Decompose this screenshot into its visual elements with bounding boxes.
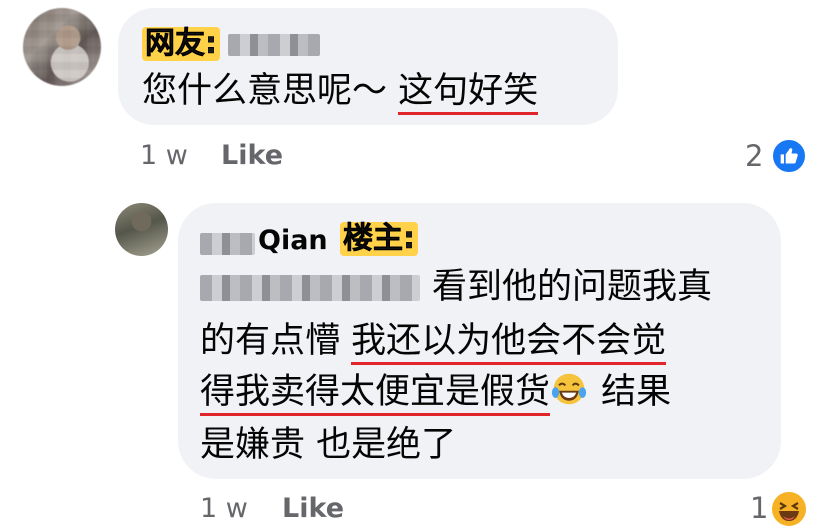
reply-author-name[interactable]: Qian	[258, 225, 328, 256]
reply-line-2-plain: 的有点懵	[200, 321, 352, 361]
comment-text-highlight: 这句好笑	[398, 71, 539, 115]
laughing-tears-icon	[550, 371, 590, 405]
reaction-count[interactable]: 2	[745, 139, 763, 173]
haha-icon[interactable]	[770, 490, 808, 528]
blurred-name[interactable]	[228, 34, 320, 56]
like-button[interactable]: Like	[221, 140, 283, 171]
thumbs-up-icon	[780, 148, 798, 164]
reply-line-2: 的有点懵 我还以为他会不会觉	[200, 316, 667, 366]
reply-line-4: 是嫌贵 也是绝了	[200, 425, 457, 465]
comment-bubble: 网友: 您什么意思呢～ 这句好笑	[118, 8, 618, 125]
owner-tag: 楼主:	[340, 221, 418, 256]
commenter-avatar[interactable]	[23, 8, 101, 86]
reply-line-3: 得我卖得太便宜是假货 结果	[200, 367, 671, 417]
reply-bubble: Qian 楼主: 看到他的问题我真 的有点懵 我还以为他会不会觉 得我卖得太便宜…	[178, 203, 781, 479]
reply-line-1: 看到他的问题我真	[432, 267, 713, 307]
reply-line-2-highlight: 我还以为他会不会觉	[351, 321, 667, 365]
reply-avatar[interactable]	[115, 203, 168, 256]
reply-reaction-count[interactable]: 1	[750, 491, 768, 525]
like-icon[interactable]	[771, 138, 807, 174]
reply-line-3-plain: 结果	[590, 372, 672, 412]
netizen-tag: 网友:	[142, 26, 220, 61]
blurred-mention[interactable]	[200, 275, 420, 301]
reply-timestamp[interactable]: 1 w	[200, 493, 248, 524]
reply-line-3-highlight: 得我卖得太便宜是假货	[200, 372, 551, 416]
comment-text: 您什么意思呢～ 这句好笑	[142, 66, 539, 116]
blurred-name[interactable]	[200, 233, 255, 255]
comment-timestamp[interactable]: 1 w	[140, 140, 188, 171]
comment-text-plain: 您什么意思呢～	[142, 71, 399, 111]
reply-like-button[interactable]: Like	[282, 493, 344, 524]
